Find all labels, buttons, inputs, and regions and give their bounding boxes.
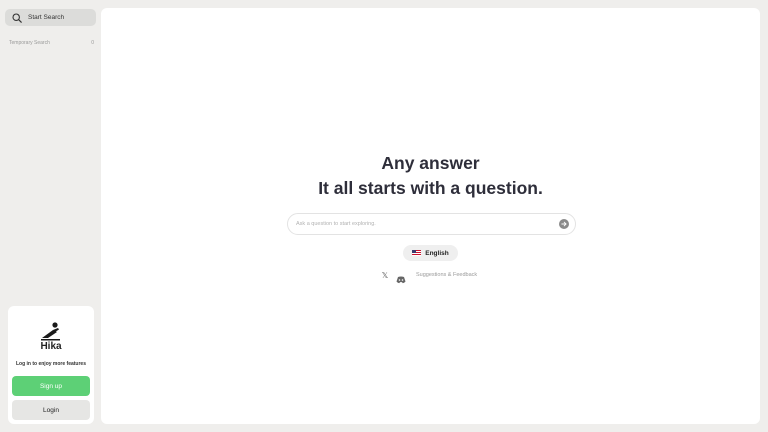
us-flag-icon xyxy=(412,250,422,256)
brand-name: Hika xyxy=(40,341,62,352)
sidebar: Start Search Temporary Search 0 Hika Log… xyxy=(0,0,100,432)
search-icon xyxy=(10,11,24,25)
feedback-link[interactable]: Suggestions & Feedback xyxy=(416,272,477,278)
arrow-right-icon xyxy=(561,221,567,227)
x-logo-icon[interactable]: 𝕏 xyxy=(380,271,390,280)
main-panel: Any answer It all starts with a question… xyxy=(101,8,760,424)
ask-box xyxy=(287,213,576,235)
language-label: English xyxy=(425,249,449,257)
signup-button[interactable]: Sign up xyxy=(12,376,90,396)
headline-secondary: It all starts with a question. xyxy=(318,178,543,198)
temporary-search-label: Temporary Search xyxy=(9,40,50,46)
start-search-label: Start Search xyxy=(28,14,65,21)
app-root: Start Search Temporary Search 0 Hika Log… xyxy=(0,0,768,432)
login-card: Hika Log in to enjoy more features Sign … xyxy=(8,306,94,424)
footer-links: 𝕏 Suggestions & Feedback xyxy=(380,270,477,284)
ask-input[interactable] xyxy=(296,221,546,227)
temporary-search-count: 0 xyxy=(91,40,94,46)
login-button[interactable]: Login xyxy=(12,400,90,420)
discord-icon[interactable] xyxy=(396,271,406,284)
hika-logo-icon xyxy=(40,321,62,343)
login-prompt: Log in to enjoy more features xyxy=(15,361,86,367)
language-selector[interactable]: English xyxy=(403,245,458,261)
headline-primary: Any answer xyxy=(381,153,480,173)
start-search-button[interactable]: Start Search xyxy=(5,9,96,26)
temporary-search-row[interactable]: Temporary Search 0 xyxy=(9,39,94,47)
send-button[interactable] xyxy=(559,219,569,229)
